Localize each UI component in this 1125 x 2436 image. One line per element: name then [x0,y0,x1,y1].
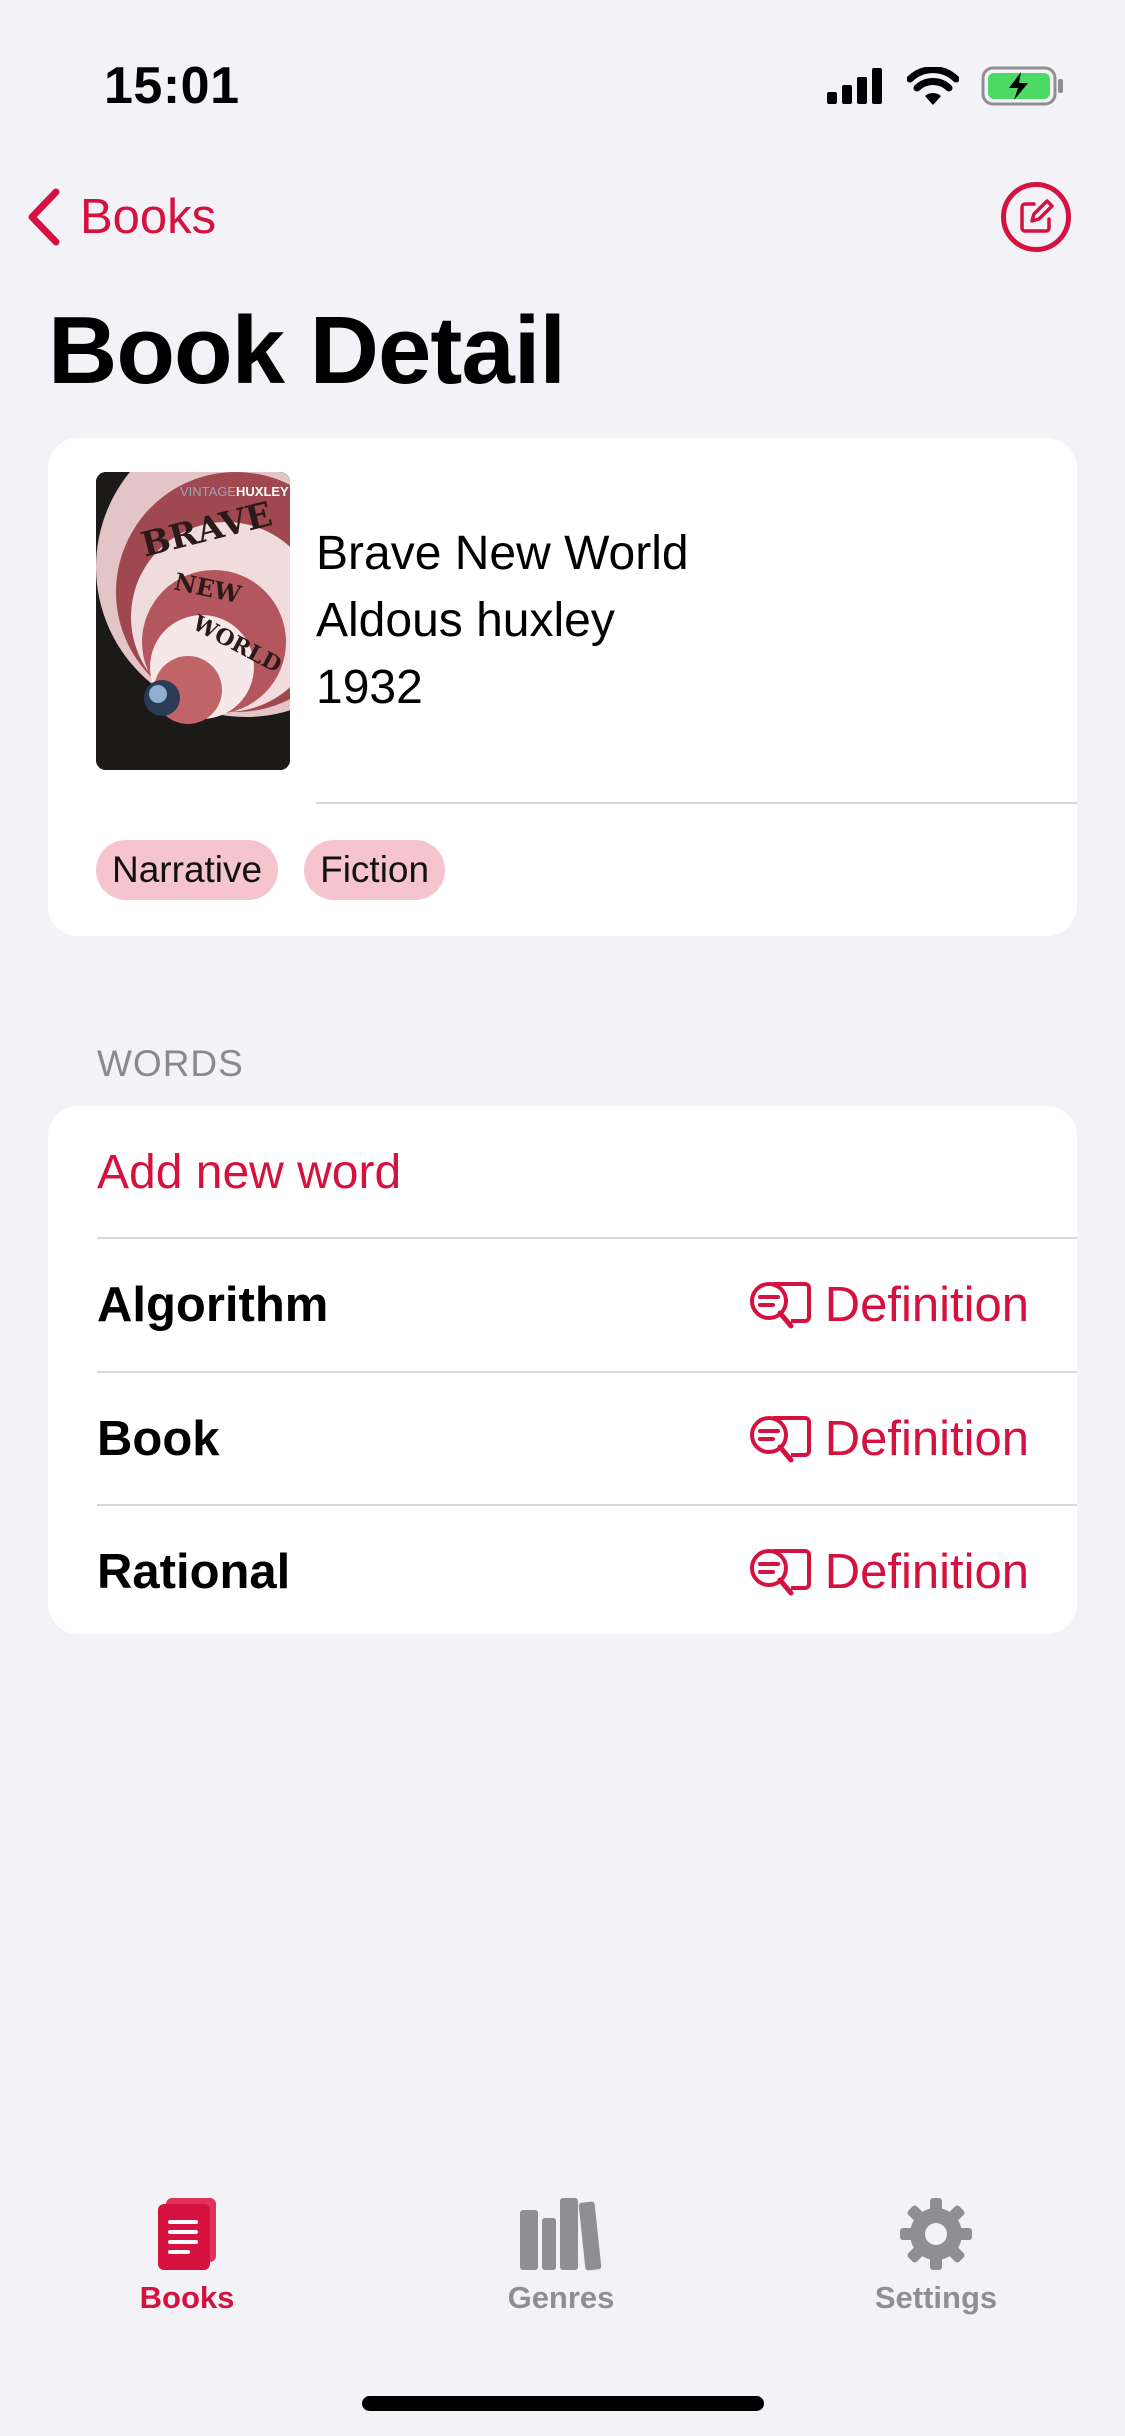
tab-books[interactable]: Books [77,2196,297,2316]
book-year: 1932 [316,661,423,714]
svg-text:VINTAGE: VINTAGE [180,484,236,499]
status-icons [827,66,1065,106]
word-label: Algorithm [97,1278,329,1332]
text-bubble-search-icon [749,1416,811,1463]
definition-label: Definition [824,1545,1029,1599]
screen: 15:01 Books Book Detail VINTAGE HUXLEY B… [0,0,1125,2436]
square-pencil-icon [1020,199,1054,233]
tab-label: Genres [507,2280,615,2315]
tab-label: Books [139,2280,235,2315]
books-shelf-icon [520,2198,602,2271]
tab-bar: Books Genres Settings [0,2196,1125,2336]
book-cover-image: VINTAGE HUXLEY BRAVE NEW WORLD [96,472,290,770]
book-title: Brave New World [316,527,689,580]
word-label: Rational [97,1545,291,1599]
divider [316,802,1077,804]
gear-icon [900,2198,972,2270]
add-new-word-button[interactable]: Add new word [97,1145,401,1200]
book-card: VINTAGE HUXLEY BRAVE NEW WORLD Brave New… [48,438,1077,936]
cellular-signal-icon [827,68,882,104]
tab-settings[interactable]: Settings [826,2196,1046,2316]
word-row[interactable]: Algorithm Definition [48,1239,1077,1371]
word-label: Book [97,1412,220,1466]
definition-button[interactable]: Definition [747,1544,1029,1600]
tag-narrative: Narrative [96,840,279,900]
text-bubble-search-icon [749,1549,811,1596]
tab-label: Settings [874,2280,998,2315]
text-bubble-search-icon [749,1282,811,1329]
word-row[interactable]: Book Definition [48,1373,1077,1505]
book-icon [158,2198,216,2270]
word-row[interactable]: Rational Definition [48,1506,1077,1634]
definition-label: Definition [824,1278,1029,1332]
tab-genres[interactable]: Genres [451,2196,671,2316]
book-info: Brave New World Aldous huxley 1932 [316,520,689,721]
edit-button[interactable] [1001,182,1071,252]
words-section-header: WORDS [97,1043,244,1084]
battery-charging-icon [981,66,1063,106]
home-indicator[interactable] [362,2396,764,2411]
genre-tags: Narrative Fiction [96,840,446,900]
chevron-left-icon [28,188,60,246]
definition-label: Definition [824,1412,1029,1466]
status-time: 15:01 [104,57,240,115]
definition-button[interactable]: Definition [747,1411,1029,1467]
tag-fiction: Fiction [304,840,446,900]
wifi-icon [907,67,959,105]
back-button-label: Books [80,190,217,244]
book-author: Aldous huxley [316,594,615,647]
definition-button[interactable]: Definition [747,1277,1029,1333]
page-title: Book Detail [48,297,566,404]
words-list: Add new word Algorithm Definition Book D… [48,1106,1077,1634]
add-word-row[interactable]: Add new word [48,1106,1077,1238]
back-button[interactable]: Books [26,182,216,252]
